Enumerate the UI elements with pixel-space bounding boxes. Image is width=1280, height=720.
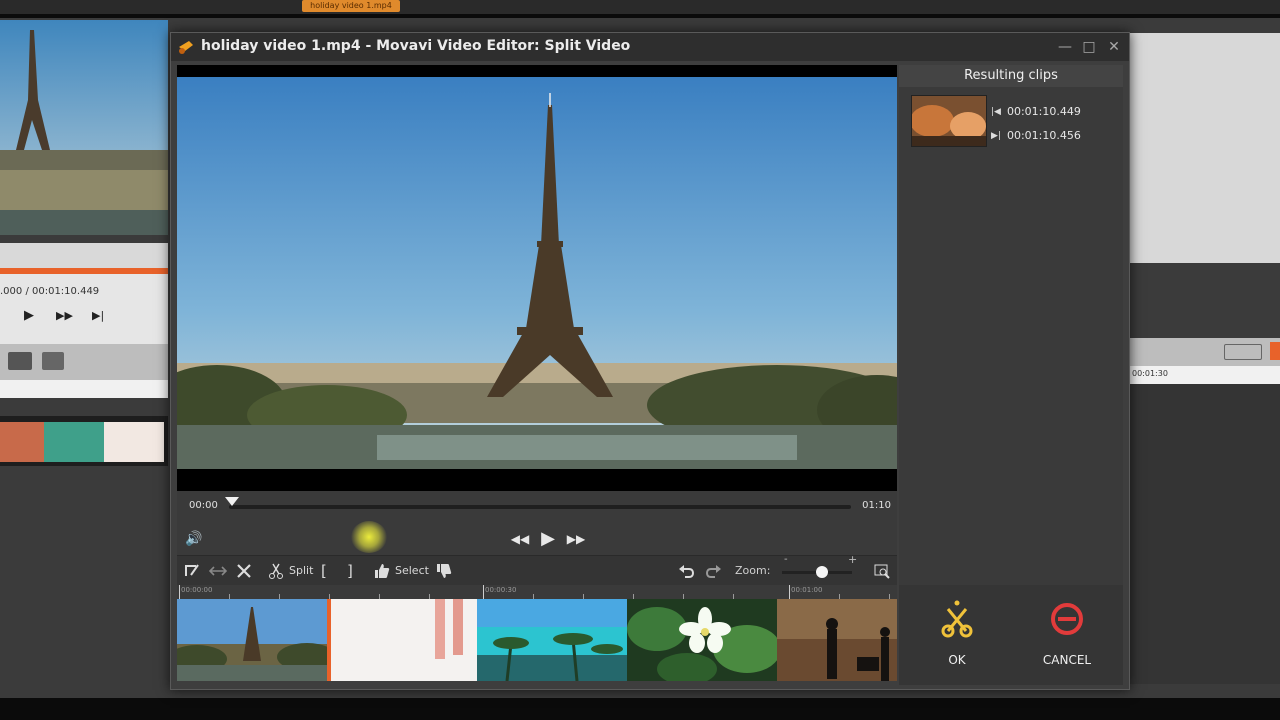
ok-label: OK — [948, 653, 966, 667]
current-time: 00:00 — [189, 500, 218, 511]
thumbs-up-icon — [373, 562, 391, 580]
ruler-label: 00:00:30 — [485, 586, 517, 594]
background-tool-icon — [8, 352, 32, 370]
background-controls: .000 / 00:01:10.449 ▶ ▶▶ ▶| — [0, 274, 168, 344]
clip-start-icon: |◀ — [991, 106, 1001, 117]
scrub-track[interactable] — [229, 505, 851, 509]
fast-forward-button[interactable]: ▶▶ — [565, 528, 587, 550]
clip-end-row: ▶| 00:01:10.456 — [991, 129, 1081, 142]
resulting-clip-thumbnail[interactable] — [911, 95, 987, 147]
total-time: 01:10 — [862, 500, 891, 511]
background-ruler — [0, 380, 168, 398]
background-tab-title: holiday video 1.mp4 — [302, 0, 400, 12]
maximize-button[interactable]: □ — [1079, 37, 1099, 57]
ruler-label: 00:00:00 — [181, 586, 213, 594]
background-icons-row — [0, 344, 168, 380]
background-thumb — [104, 422, 164, 462]
background-forward-icon: ▶▶ — [56, 309, 73, 322]
play-button[interactable]: ▶ — [537, 528, 559, 550]
split-button[interactable]: Split — [267, 560, 313, 582]
undo-button[interactable] — [677, 560, 695, 582]
timeline-frame-palm-beach — [477, 599, 627, 681]
background-view-icon — [1224, 344, 1262, 360]
dialog-actions: OK CANCEL — [899, 585, 1123, 685]
delete-x-icon — [235, 562, 253, 580]
deselect-button[interactable] — [435, 560, 453, 582]
ruler-label: 00:01:00 — [791, 586, 823, 594]
undo-icon — [677, 562, 695, 580]
background-timecode: .000 / 00:01:10.449 — [0, 286, 100, 297]
timeline-frame-eiffel — [177, 599, 327, 681]
minimize-button[interactable]: — — [1055, 37, 1075, 57]
redo-button[interactable] — [705, 560, 723, 582]
dialog-title: holiday video 1.mp4 - Movavi Video Edito… — [201, 38, 631, 54]
scissors-icon — [267, 562, 285, 580]
background-view-icon — [1270, 342, 1280, 360]
delete-button[interactable] — [235, 560, 253, 582]
background-top-strip: holiday video 1.mp4 — [0, 0, 1280, 14]
scissors-ok-icon — [941, 600, 973, 638]
resulting-clips-header: Resulting clips — [899, 65, 1123, 87]
ruler-tick — [483, 585, 484, 599]
split-toolbar: Split [ ] Select Zoom: - + — [177, 553, 897, 586]
timeline-frame-flower — [627, 599, 777, 681]
ruler-tick — [179, 585, 180, 599]
mouse-cursor-highlight — [351, 521, 387, 553]
background-track — [0, 416, 168, 466]
background-tool-icon — [42, 352, 64, 370]
background-thumb — [44, 422, 104, 462]
move-arrows-icon — [208, 562, 228, 580]
rotate-icon — [183, 562, 201, 580]
background-preview — [0, 20, 168, 235]
background-right-panel — [1130, 33, 1280, 263]
clip-end-time: 00:01:10.456 — [1006, 129, 1081, 142]
zoom-label: Zoom: — [735, 564, 771, 577]
ok-button[interactable]: OK — [917, 599, 997, 669]
close-button[interactable]: ✕ — [1104, 37, 1124, 57]
scrub-handle[interactable] — [225, 497, 239, 506]
rewind-button[interactable]: ◀◀ — [509, 528, 531, 550]
timeline-frame-silhouettes — [777, 599, 897, 681]
video-preview[interactable] — [177, 65, 897, 491]
dialog-titlebar[interactable]: holiday video 1.mp4 - Movavi Video Edito… — [171, 33, 1129, 61]
mark-in-button[interactable]: [ — [321, 560, 327, 582]
background-right-ruler: 00:01:30 — [1130, 366, 1280, 384]
background-right-tracks — [1130, 384, 1280, 684]
zoom-fit-icon — [873, 562, 891, 580]
background-play-icon: ▶ — [24, 308, 34, 323]
zoom-in-label[interactable]: + — [848, 553, 857, 566]
ruler-tick — [789, 585, 790, 599]
move-button[interactable] — [208, 560, 228, 582]
clip-start-time: 00:01:10.449 — [1006, 105, 1081, 118]
select-button[interactable]: Select — [373, 560, 429, 582]
resulting-clips-panel: Resulting clips |◀ 00:01:10.449 ▶| 00:01… — [899, 65, 1123, 617]
select-label: Select — [395, 564, 429, 577]
clip-start-row: |◀ 00:01:10.449 — [991, 105, 1081, 118]
timeline-frames[interactable] — [177, 599, 897, 681]
rotate-button[interactable] — [183, 560, 201, 582]
background-right-bar — [1130, 338, 1280, 366]
movavi-app-icon — [177, 38, 195, 56]
playback-controls: 🔊 ◀◀ ▶ ▶▶ — [177, 521, 897, 555]
background-end-icon: ▶| — [92, 309, 105, 322]
volume-icon[interactable]: 🔊 — [183, 528, 205, 550]
zoom-fit-button[interactable] — [873, 560, 891, 582]
scrub-bar-area: 00:00 01:10 — [177, 491, 897, 521]
clip-end-icon: ▶| — [991, 130, 1001, 141]
cancel-icon — [1051, 603, 1083, 635]
cancel-label: CANCEL — [1042, 653, 1092, 667]
split-video-dialog: holiday video 1.mp4 - Movavi Video Edito… — [170, 32, 1130, 690]
thumbs-down-icon — [435, 562, 453, 580]
zoom-slider-knob[interactable] — [816, 566, 828, 578]
redo-icon — [705, 562, 723, 580]
background-ruler-time: 00:01:30 — [1132, 369, 1168, 378]
timeline-ruler[interactable]: 00:00:00 00:00:30 00:01:00 — [177, 585, 897, 600]
timeline-frame-beach-legs — [327, 599, 477, 681]
mark-out-button[interactable]: ] — [347, 560, 353, 582]
cancel-button[interactable]: CANCEL — [1027, 599, 1107, 669]
zoom-out-label[interactable]: - — [784, 554, 788, 565]
split-label: Split — [289, 564, 314, 577]
